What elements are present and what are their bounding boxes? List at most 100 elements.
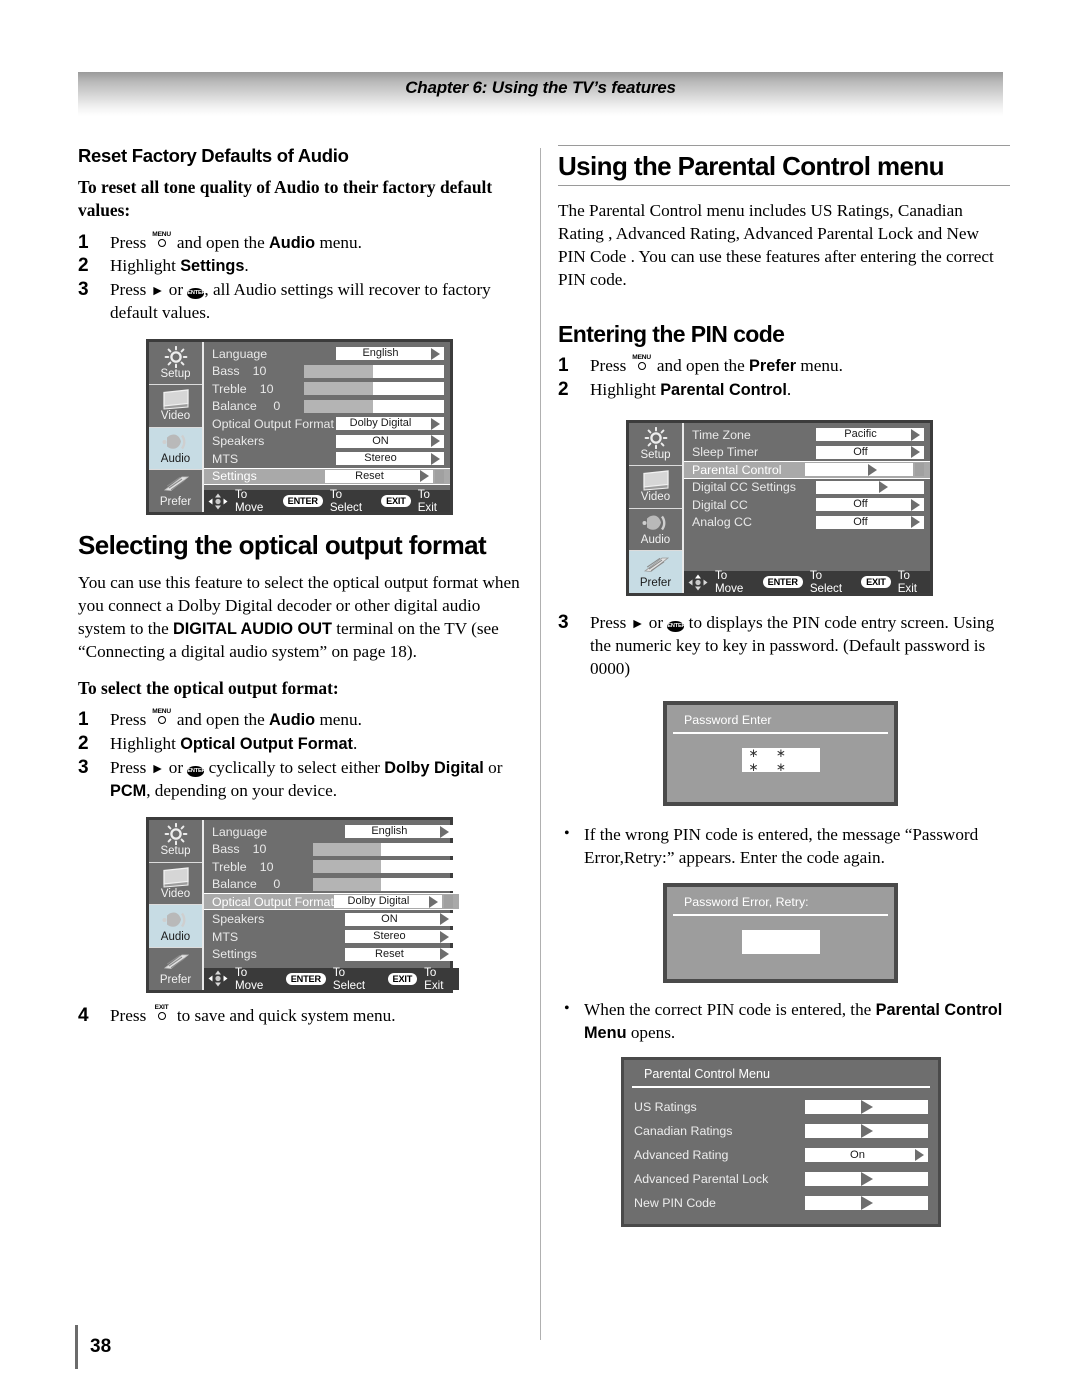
sidebar-item-audio[interactable]: Audio [149, 905, 202, 948]
scroll-indicator[interactable] [443, 895, 453, 908]
osd-row-treble[interactable]: Treble 10 [204, 858, 459, 876]
step-text-bold: Settings [180, 257, 245, 276]
menu-key-icon: MENU [152, 231, 172, 251]
chevron-right-icon [860, 1100, 873, 1115]
menu-key-icon: MENU [632, 354, 652, 374]
osd-row-mts[interactable]: MTS Stereo [204, 928, 459, 946]
pcm-row-advanced-rating[interactable]: Advanced Rating On [634, 1143, 928, 1167]
osd-row-parental-control[interactable]: Parental Control [684, 461, 930, 479]
osd-row-digital-cc[interactable]: Digital CC Off [684, 496, 930, 514]
sidebar-item-prefer[interactable]: Prefer [149, 948, 202, 990]
pcm-row-new-pin-code[interactable]: New PIN Code [634, 1191, 928, 1215]
osd-row-settings[interactable]: Settings Reset [204, 467, 450, 486]
osd-row-language[interactable]: Language English [204, 823, 459, 841]
sidebar-item-setup[interactable]: Setup [629, 423, 682, 466]
osd-row-field[interactable] [816, 480, 924, 494]
pcm-row-us-ratings[interactable]: US Ratings [634, 1095, 928, 1119]
osd-row-slider[interactable] [304, 399, 444, 413]
osd-row-time-zone[interactable]: Time Zone Pacific [684, 426, 930, 444]
osd-row-field[interactable] [805, 463, 913, 477]
osd-row-label: Settings [212, 469, 257, 484]
osd-row-slider[interactable] [304, 364, 444, 378]
osd-row-field[interactable]: Dolby Digital [336, 417, 444, 431]
osd-row-balance[interactable]: Balance 0 [204, 875, 459, 893]
osd-row-field[interactable]: Stereo [336, 452, 444, 466]
step-text-post: to save and quick system menu. [172, 1005, 396, 1025]
right-arrow-icon: ► [630, 617, 645, 633]
sidebar-item-setup[interactable]: Setup [149, 820, 202, 863]
osd-row-bass[interactable]: Bass 10 [204, 363, 450, 381]
scroll-indicator[interactable] [435, 469, 444, 483]
sidebar-item-prefer[interactable]: Prefer [149, 470, 202, 512]
pcm-row-field[interactable] [805, 1100, 928, 1115]
sidebar-item-video[interactable]: Video [629, 466, 682, 509]
pcm-row-field[interactable] [805, 1196, 928, 1211]
step-text-bold: Audio [269, 233, 316, 252]
osd-row-field[interactable]: Reset [325, 469, 433, 483]
section-title-selecting-optical-output-format: Selecting the optical output format [78, 530, 487, 561]
osd-row-optical-output-format[interactable]: Optical Output Format Dolby Digital [204, 415, 450, 433]
chevron-right-icon [427, 417, 444, 430]
section-title-reset-factory-defaults: Reset Factory Defaults of Audio [78, 145, 349, 166]
osd-row-sleep-timer[interactable]: Sleep Timer Off [684, 444, 930, 462]
scroll-indicator[interactable] [915, 463, 924, 477]
step-text-pre: Highlight [110, 256, 181, 276]
paragraph-optical-output-intro: You can use this feature to select the o… [78, 572, 528, 664]
osd-row-field[interactable]: Off [816, 515, 924, 529]
figure-osd-prefer-wrapper: Setup Video Audio Prefer Time Zone Pacif… [626, 420, 1010, 597]
osd-row-balance[interactable]: Balance 0 [204, 398, 450, 416]
osd-row-field[interactable]: ON [344, 912, 453, 926]
osd-row-field[interactable]: English [336, 347, 444, 361]
osd-row-field[interactable]: Dolby Digital [333, 895, 442, 908]
osd-row-field[interactable]: ON [336, 434, 444, 448]
menu-key-icon: MENU [152, 708, 172, 728]
osd-row-slider[interactable] [312, 877, 453, 891]
osd-row-label: Bass [212, 842, 240, 856]
osd-row-treble[interactable]: Treble 10 [204, 380, 450, 398]
sidebar-item-audio[interactable]: Audio [629, 509, 682, 552]
dialog-password-enter: Password Enter ∗ ∗ ∗ ∗ [663, 700, 898, 806]
sidebar-item-prefer[interactable]: Prefer [629, 551, 682, 594]
osd-row-field[interactable]: Off [816, 445, 924, 459]
osd-row-speakers[interactable]: Speakers ON [204, 433, 450, 451]
list-item: • When the correct PIN code is entered, … [558, 999, 1010, 1045]
osd-row-slider[interactable] [304, 382, 444, 396]
pcm-row-field[interactable] [805, 1124, 928, 1139]
osd-row-speakers[interactable]: Speakers ON [204, 910, 459, 928]
chevron-right-icon [436, 930, 453, 943]
osd-row-digital-cc-settings[interactable]: Digital CC Settings [684, 479, 930, 497]
sidebar-item-video[interactable]: Video [149, 385, 202, 428]
pcm-row-canadian-ratings[interactable]: Canadian Ratings [634, 1119, 928, 1143]
password-input[interactable] [741, 930, 820, 955]
osd-row-bass[interactable]: Bass 10 [204, 840, 459, 858]
osd-row-label: Treble [212, 859, 247, 874]
osd-row-field[interactable]: Stereo [344, 930, 453, 943]
menu-row-list: US Ratings Canadian Ratings Advanced Rat… [624, 1088, 938, 1225]
password-input[interactable]: ∗ ∗ ∗ ∗ [741, 746, 820, 774]
osd-row-field[interactable]: Off [816, 498, 924, 512]
sidebar-item-video[interactable]: Video [149, 863, 202, 906]
osd-row-mts[interactable]: MTS Stereo [204, 450, 450, 468]
step-text-pre: Press [110, 232, 151, 252]
step-item: 1 Press MENU and open the Prefer menu. [558, 354, 1010, 378]
sidebar-item-audio[interactable]: Audio [149, 427, 202, 471]
step-item: 2 Highlight Parental Control. [558, 379, 1010, 402]
osd-footer-move-label: To Move [235, 488, 264, 515]
chevron-right-icon [860, 1196, 873, 1211]
pcm-row-field[interactable]: On [805, 1148, 928, 1163]
osd-row-field[interactable]: English [344, 825, 453, 838]
step-number: 2 [78, 733, 89, 755]
chevron-right-icon [907, 498, 924, 511]
pcm-row-advanced-parental-lock[interactable]: Advanced Parental Lock [634, 1167, 928, 1191]
osd-row-optical-output-format[interactable]: Optical Output Format Dolby Digital [204, 892, 459, 911]
osd-row-field[interactable]: Pacific [816, 428, 924, 442]
osd-row-field[interactable]: Reset [344, 947, 453, 961]
pcm-row-field[interactable] [805, 1172, 928, 1187]
osd-row-analog-cc[interactable]: Analog CC Off [684, 514, 930, 532]
osd-row-language[interactable]: Language English [204, 345, 450, 363]
osd-row-settings[interactable]: Settings Reset [204, 945, 459, 963]
sidebar-item-setup[interactable]: Setup [149, 342, 202, 385]
osd-row-slider[interactable] [312, 842, 453, 856]
osd-row-slider[interactable] [312, 860, 453, 873]
dpad-icon [688, 574, 708, 591]
